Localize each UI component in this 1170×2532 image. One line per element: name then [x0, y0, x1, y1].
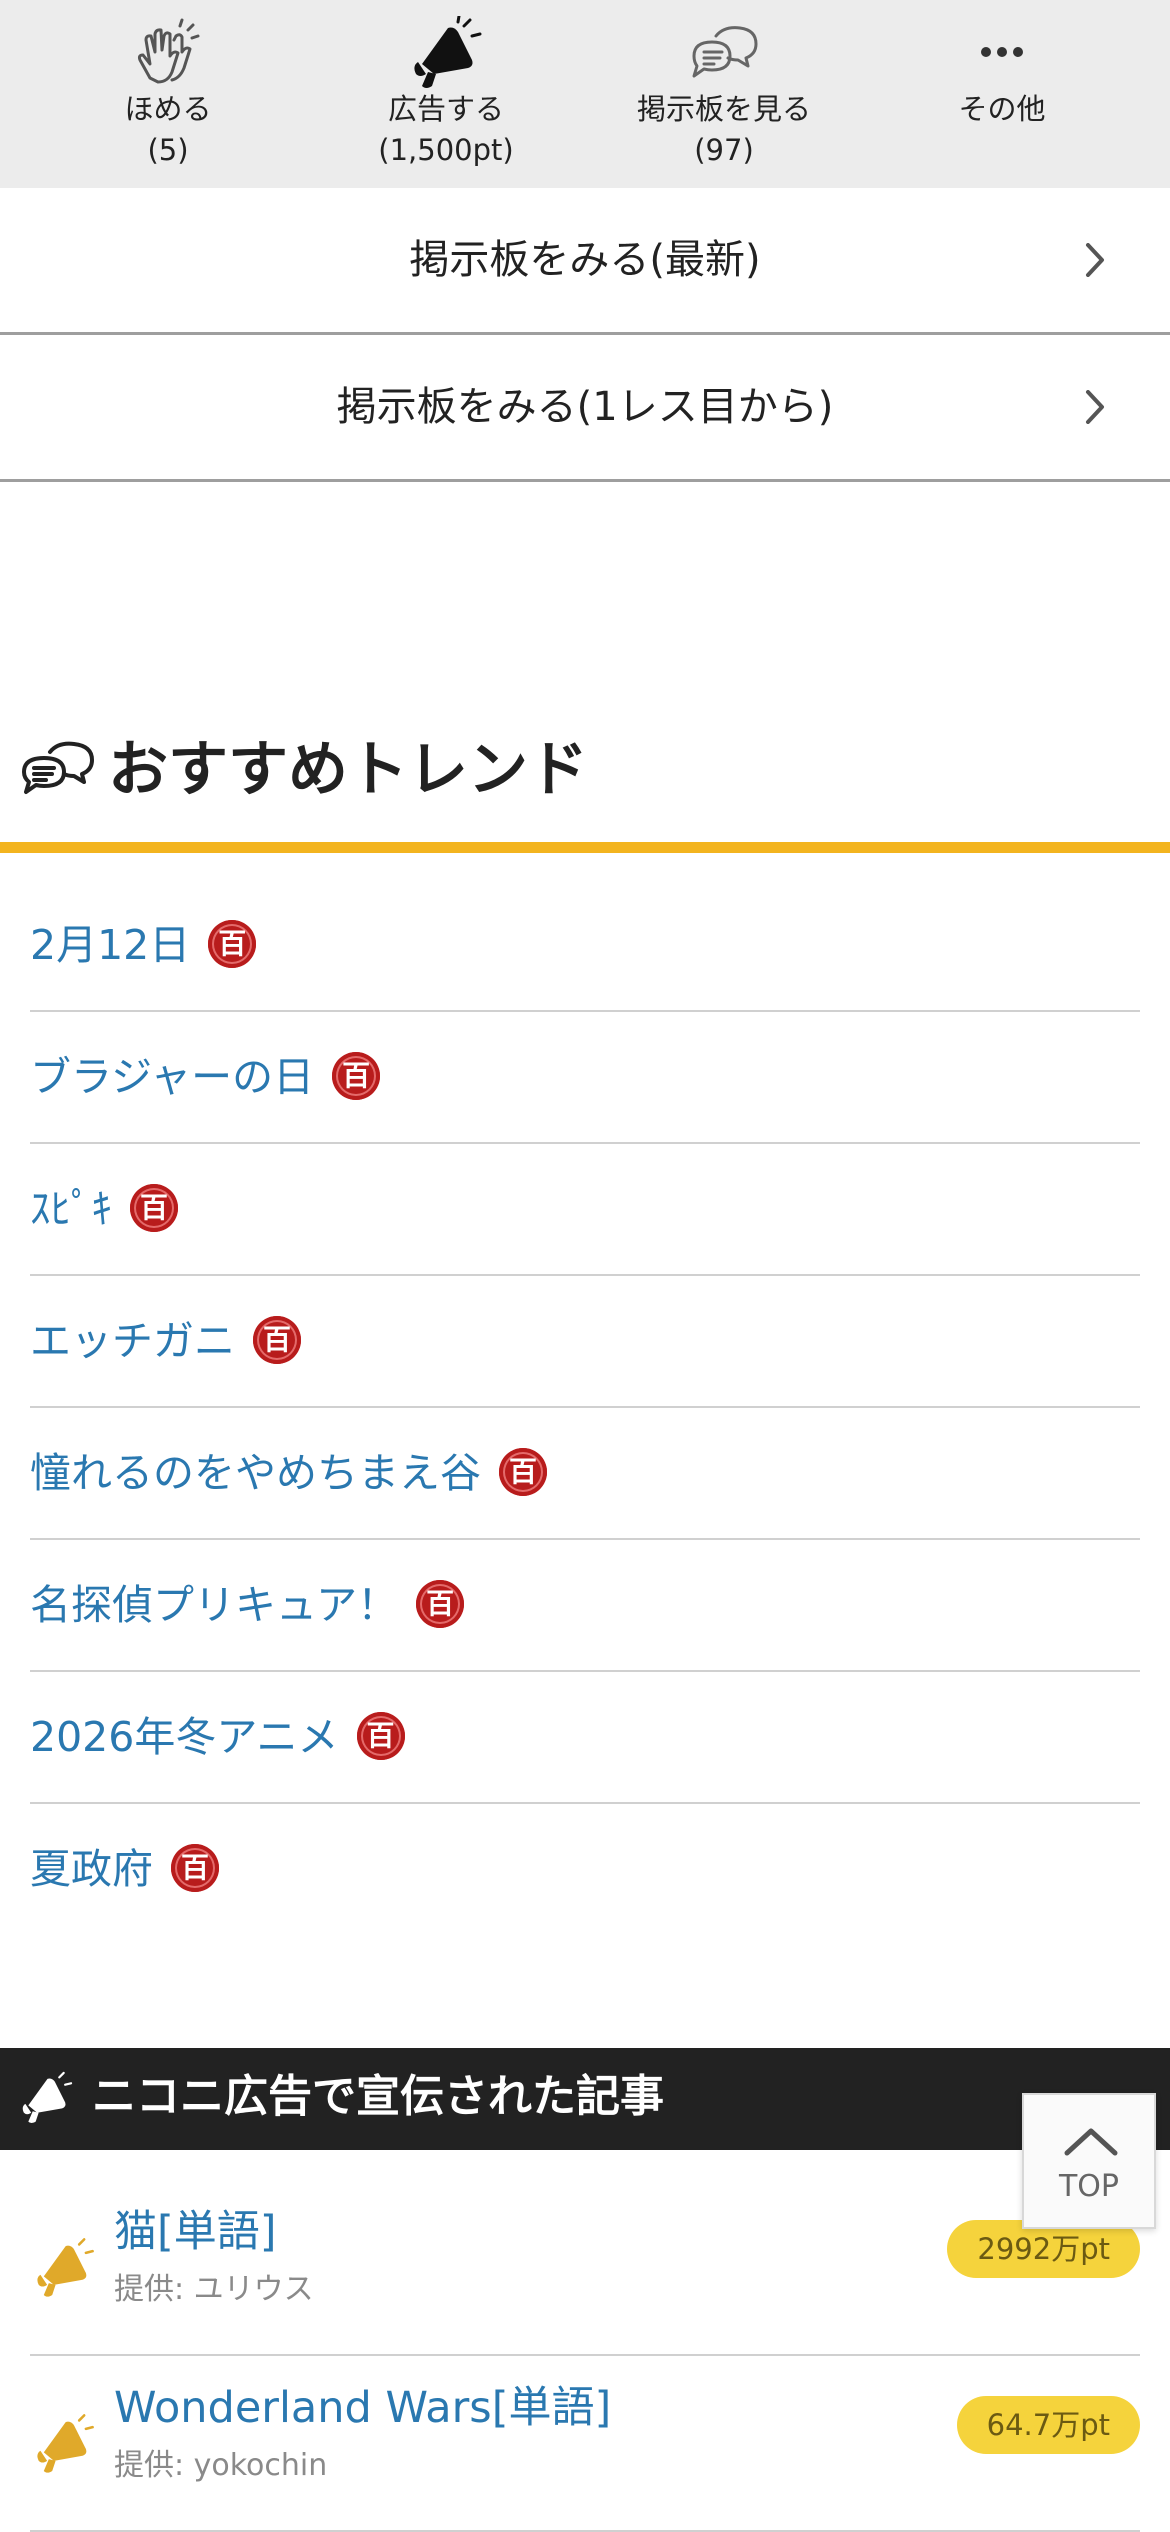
board-latest-label: 掲示板をみる(最新): [409, 237, 761, 283]
trend-item[interactable]: 2026年冬アニメ百: [30, 1672, 1140, 1804]
ad-section-header: ニコニ広告で宣伝された記事: [0, 2048, 1170, 2150]
advertise-label: 広告する: [387, 92, 504, 126]
ad-article-item[interactable]: 猫[単語] 提供: ユリウス 2992万pt: [30, 2180, 1140, 2356]
megaphone-icon: [22, 2071, 73, 2124]
praise-label: ほめる: [124, 92, 212, 126]
ad-article-item[interactable]: Wonderland Wars[単語] 提供: yokochin 64.7万pt: [30, 2356, 1140, 2532]
ad-article-sponsor: 提供: ユリウス: [114, 2272, 314, 2307]
trend-item-label: 2月12日: [30, 921, 191, 969]
board-first-link[interactable]: 掲示板をみる(1レス目から): [0, 335, 1170, 482]
trend-item[interactable]: 名探偵プリキュア！ 百: [30, 1540, 1140, 1672]
trend-item-label: ブラジャーの日: [30, 1053, 315, 1101]
dic-badge-icon: 百: [499, 1448, 547, 1496]
speech-bubbles-icon: [692, 26, 758, 78]
dic-badge-icon: 百: [208, 920, 257, 968]
dic-badge-icon: 百: [332, 1052, 381, 1100]
dic-badge-icon: 百: [253, 1316, 301, 1364]
ad-section-title: ニコニ広告で宣伝された記事: [92, 2071, 664, 2122]
view-board-count: (97): [694, 133, 754, 167]
chevron-right-icon: [1086, 390, 1104, 424]
megaphone-icon: [37, 2414, 94, 2473]
more-label: その他: [958, 92, 1046, 126]
praise-button[interactable]: ほめる (5): [28, 0, 308, 188]
trend-item[interactable]: 夏政府百: [30, 1804, 1140, 1936]
dic-badge-icon: 百: [356, 1712, 405, 1760]
ad-article-title: 猫[単語]: [114, 2207, 277, 2257]
trend-item-label: エッチガニ: [30, 1317, 235, 1365]
praise-count: (5): [147, 133, 189, 167]
ad-article-title: Wonderland Wars[単語]: [114, 2383, 612, 2433]
trend-item-label: 夏政府: [30, 1845, 153, 1893]
trend-item-label: 2026年冬アニメ: [30, 1713, 339, 1761]
ad-article-sponsor: 提供: yokochin: [114, 2448, 328, 2483]
trend-item[interactable]: ｽﾋﾟｷ 百: [30, 1144, 1140, 1276]
scroll-to-top-label: TOP: [1058, 2169, 1120, 2204]
dic-badge-icon: 百: [171, 1844, 219, 1892]
more-button[interactable]: その他: [862, 0, 1142, 188]
chevron-up-icon: [1064, 2128, 1118, 2156]
more-dots-icon: [981, 47, 1023, 57]
dic-badge-icon: 百: [416, 1580, 465, 1628]
trend-title: おすすめトレンド: [108, 735, 588, 805]
trend-item[interactable]: 憧れるのをやめちまえ谷百: [30, 1408, 1140, 1540]
dic-badge-icon: 百: [130, 1184, 178, 1232]
trend-item-label: 名探偵プリキュア！: [30, 1581, 399, 1629]
clapping-hands-icon: [137, 18, 200, 84]
megaphone-icon: [37, 2238, 94, 2297]
view-board-button[interactable]: 掲示板を見る (97): [584, 0, 864, 188]
trend-item[interactable]: 2月12日百: [30, 880, 1140, 1012]
trend-item[interactable]: エッチガニ百: [30, 1276, 1140, 1408]
megaphone-icon: [414, 16, 482, 88]
board-latest-link[interactable]: 掲示板をみる(最新): [0, 188, 1170, 335]
trend-item-label: ｽﾋﾟｷ: [30, 1185, 112, 1233]
ad-points-badge: 64.7万pt: [956, 2396, 1140, 2454]
advertise-points: (1,500pt): [378, 133, 514, 167]
advertise-button[interactable]: 広告する (1,500pt): [306, 0, 586, 188]
trend-divider: [0, 842, 1170, 853]
trend-item-label: 憧れるのをやめちまえ谷: [30, 1449, 481, 1497]
trend-item[interactable]: ブラジャーの日百: [30, 1012, 1140, 1144]
board-first-label: 掲示板をみる(1レス目から): [336, 384, 834, 430]
action-bar: ほめる (5) 広告する (1,500pt) 掲示板を見る (97) その他: [0, 0, 1170, 188]
scroll-to-top-button[interactable]: TOP: [1022, 2093, 1156, 2229]
speech-bubbles-icon: [22, 741, 94, 794]
view-board-label: 掲示板を見る: [636, 92, 811, 126]
chevron-right-icon: [1086, 243, 1104, 277]
